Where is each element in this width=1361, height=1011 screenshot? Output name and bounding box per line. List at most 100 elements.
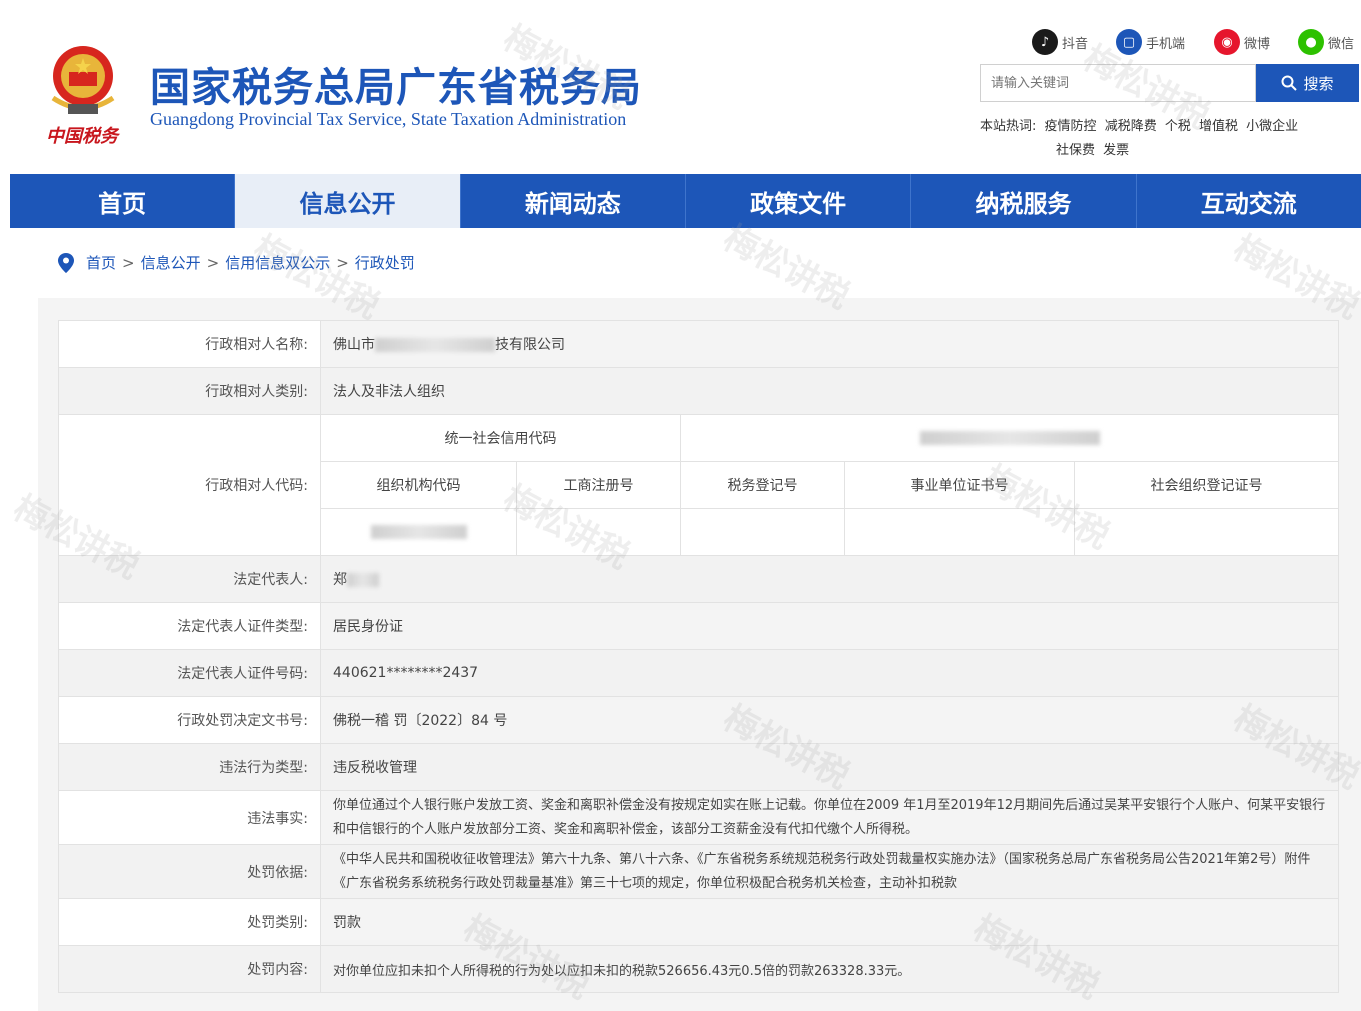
type-value: 法人及非法人组织 [319, 367, 1340, 415]
table-row: 行政相对人代码: 统一社会信用代码 [58, 414, 1340, 556]
breadcrumb-home[interactable]: 首页 [86, 252, 116, 273]
social-org-value [1073, 508, 1340, 556]
category-value: 罚款 [319, 898, 1340, 946]
redacted-blur [347, 573, 379, 587]
legal-rep-label: 法定代表人: [58, 555, 321, 603]
table-row: 违法事实: 你单位通过个人银行账户发放工资、奖金和离职补偿金没有按规定如实在账上… [58, 790, 1340, 845]
biz-reg-header: 工商注册号 [516, 461, 681, 509]
table-row: 行政相对人名称: 佛山市 技有限公司 [58, 320, 1340, 368]
name-label: 行政相对人名称: [58, 320, 321, 368]
wechat-link[interactable]: ● 微信 [1298, 28, 1354, 56]
site-title[interactable]: 国家税务总局广东省税务局 [150, 55, 642, 113]
weibo-icon: ◉ [1214, 29, 1240, 55]
facts-label: 违法事实: [58, 790, 321, 845]
doc-no-label: 行政处罚决定文书号: [58, 696, 321, 744]
table-row: 法定代表人: 郑 [58, 555, 1340, 603]
table-row: 处罚依据: 《中华人民共和国税收征收管理法》第六十九条、第八十六条、《广东省税务… [58, 844, 1340, 899]
search-icon [1281, 75, 1298, 91]
table-row: 违法行为类型: 违反税收管理 [58, 743, 1340, 791]
violation-type-label: 违法行为类型: [58, 743, 321, 791]
table-row: 法定代表人证件类型: 居民身份证 [58, 602, 1340, 650]
facts-value: 你单位通过个人银行账户发放工资、奖金和离职补偿金没有按规定如实在账上记载。你单位… [319, 790, 1340, 845]
redacted-blur [919, 431, 1100, 445]
breadcrumb: 首页 > 信息公开 > 信用信息双公示 > 行政处罚 [58, 252, 415, 273]
breadcrumb-credit-info[interactable]: 信用信息双公示 [225, 252, 330, 273]
mobile-label: 手机端 [1146, 36, 1186, 52]
nav-item-info-disclosure[interactable]: 信息公开 [235, 174, 461, 228]
site-header: 中国税务 国家税务总局广东省税务局 Guangdong Provincial T… [0, 0, 1361, 174]
hot-word[interactable]: 减税降费 [1105, 119, 1157, 134]
tax-reg-value [680, 508, 845, 556]
breadcrumb-separator: > [122, 253, 135, 272]
uscc-value [679, 414, 1340, 462]
name-value-suffix: 技有限公司 [495, 337, 565, 353]
id-no-label: 法定代表人证件号码: [58, 649, 321, 697]
penalty-record-table: 行政相对人名称: 佛山市 技有限公司 行政相对人类别: 法人及非法人组织 行政相对… [58, 320, 1340, 993]
basis-value: 《中华人民共和国税收征收管理法》第六十九条、第八十六条、《广东省税务系统规范税务… [319, 844, 1340, 899]
legal-rep-value: 郑 [319, 555, 1340, 603]
weibo-link[interactable]: ◉ 微博 [1214, 28, 1270, 56]
table-row: 处罚类别: 罚款 [58, 898, 1340, 946]
douyin-icon: ♪ [1032, 29, 1058, 55]
wechat-label: 微信 [1328, 36, 1355, 52]
hot-word[interactable]: 社保费 [1056, 143, 1095, 158]
search-button[interactable]: 搜索 [1256, 64, 1359, 102]
hot-words-label: 本站热词: [980, 119, 1037, 134]
org-code-value [320, 508, 517, 556]
table-row: 法定代表人证件号码: 440621********2437 [58, 649, 1340, 697]
mobile-link[interactable]: ▢ 手机端 [1116, 28, 1185, 56]
tax-reg-header: 税务登记号 [680, 461, 845, 509]
id-type-label: 法定代表人证件类型: [58, 602, 321, 650]
douyin-label: 抖音 [1062, 36, 1089, 52]
hot-words: 本站热词: 疫情防控 减税降费 个税 增值税 小微企业 社保费 发票 [980, 115, 1350, 163]
basis-label: 处罚依据: [58, 844, 321, 899]
hot-word[interactable]: 个税 [1165, 119, 1191, 134]
uscc-header: 统一社会信用代码 [320, 414, 681, 462]
site-subtitle: Guangdong Provincial Tax Service, State … [150, 109, 627, 129]
national-emblem-icon [51, 46, 115, 114]
breadcrumb-separator: > [206, 253, 220, 272]
table-row: 行政相对人类别: 法人及非法人组织 [58, 367, 1340, 415]
type-label: 行政相对人类别: [58, 367, 321, 415]
breadcrumb-admin-penalty[interactable]: 行政处罚 [355, 252, 415, 273]
douyin-link[interactable]: ♪ 抖音 [1032, 28, 1088, 56]
inst-cert-value [844, 508, 1075, 556]
id-no-value: 440621********2437 [319, 649, 1340, 697]
name-value: 佛山市 技有限公司 [319, 320, 1340, 368]
name-value-prefix: 佛山市 [333, 337, 375, 353]
inst-cert-header: 事业单位证书号 [844, 461, 1075, 509]
mobile-icon: ▢ [1116, 29, 1142, 55]
code-label: 行政相对人代码: [58, 414, 321, 556]
main-nav: 首页 信息公开 新闻动态 政策文件 纳税服务 互动交流 [10, 174, 1361, 228]
search-input[interactable] [980, 64, 1256, 102]
nav-item-home[interactable]: 首页 [10, 174, 236, 228]
china-tax-logo-text: 中国税务 [46, 126, 118, 147]
content-label: 处罚内容: [58, 945, 321, 993]
location-pin-icon [58, 252, 74, 273]
hot-word[interactable]: 小微企业 [1246, 119, 1298, 134]
hot-word[interactable]: 发票 [1103, 143, 1129, 158]
nav-item-news[interactable]: 新闻动态 [461, 174, 686, 228]
table-row: 处罚内容: 对你单位应扣未扣个人所得税的行为处以应扣未扣的税款526656.43… [58, 945, 1340, 993]
breadcrumb-info-disclosure[interactable]: 信息公开 [141, 252, 201, 273]
social-org-header: 社会组织登记证号 [1073, 461, 1340, 509]
nav-item-tax-service[interactable]: 纳税服务 [911, 174, 1137, 228]
violation-type-value: 违反税收管理 [319, 743, 1340, 791]
breadcrumb-separator: > [336, 253, 349, 272]
id-type-value: 居民身份证 [319, 602, 1340, 650]
doc-no-value: 佛税一稽 罚〔2022〕84 号 [319, 696, 1340, 744]
hot-word[interactable]: 疫情防控 [1045, 119, 1097, 134]
search-button-label: 搜索 [1303, 74, 1334, 93]
redacted-blur [375, 338, 495, 352]
nav-item-policy[interactable]: 政策文件 [686, 174, 912, 228]
biz-reg-value [516, 508, 681, 556]
hot-word[interactable]: 增值税 [1199, 119, 1238, 134]
redacted-blur [370, 525, 467, 539]
wechat-icon: ● [1298, 29, 1324, 55]
weibo-label: 微博 [1244, 36, 1271, 52]
category-label: 处罚类别: [58, 898, 321, 946]
org-code-header: 组织机构代码 [320, 461, 517, 509]
legal-rep-surname: 郑 [333, 572, 347, 588]
table-row: 行政处罚决定文书号: 佛税一稽 罚〔2022〕84 号 [58, 696, 1340, 744]
nav-item-interaction[interactable]: 互动交流 [1137, 174, 1361, 228]
